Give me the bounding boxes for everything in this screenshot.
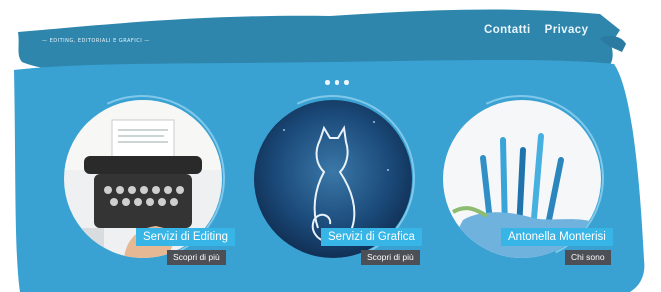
card-title: Servizi di Grafica (321, 228, 422, 246)
page: — EDITING, EDITORIALI E GRAFICI — Contat… (0, 0, 661, 292)
card-antonella[interactable]: Antonella Monterisi Chi sono (414, 71, 628, 285)
card-title: Servizi di Editing (136, 228, 236, 246)
nav-item-privacy[interactable]: Privacy (545, 24, 589, 36)
more-dots-icon (325, 80, 349, 85)
about-button[interactable]: Chi sono (565, 250, 611, 265)
card-editing[interactable]: Servizi di Editing Scopri di più (35, 71, 249, 285)
site-tagline: — EDITING, EDITORIALI E GRAFICI — (42, 38, 150, 44)
card-title: Antonella Monterisi (501, 228, 613, 246)
main-nav: Contatti Privacy (484, 24, 588, 36)
discover-button[interactable]: Scopri di più (167, 250, 226, 265)
discover-button[interactable]: Scopri di più (361, 250, 420, 265)
nav-item-contatti[interactable]: Contatti (484, 24, 531, 36)
card-grafica[interactable]: Servizi di Grafica Scopri di più (225, 71, 439, 285)
